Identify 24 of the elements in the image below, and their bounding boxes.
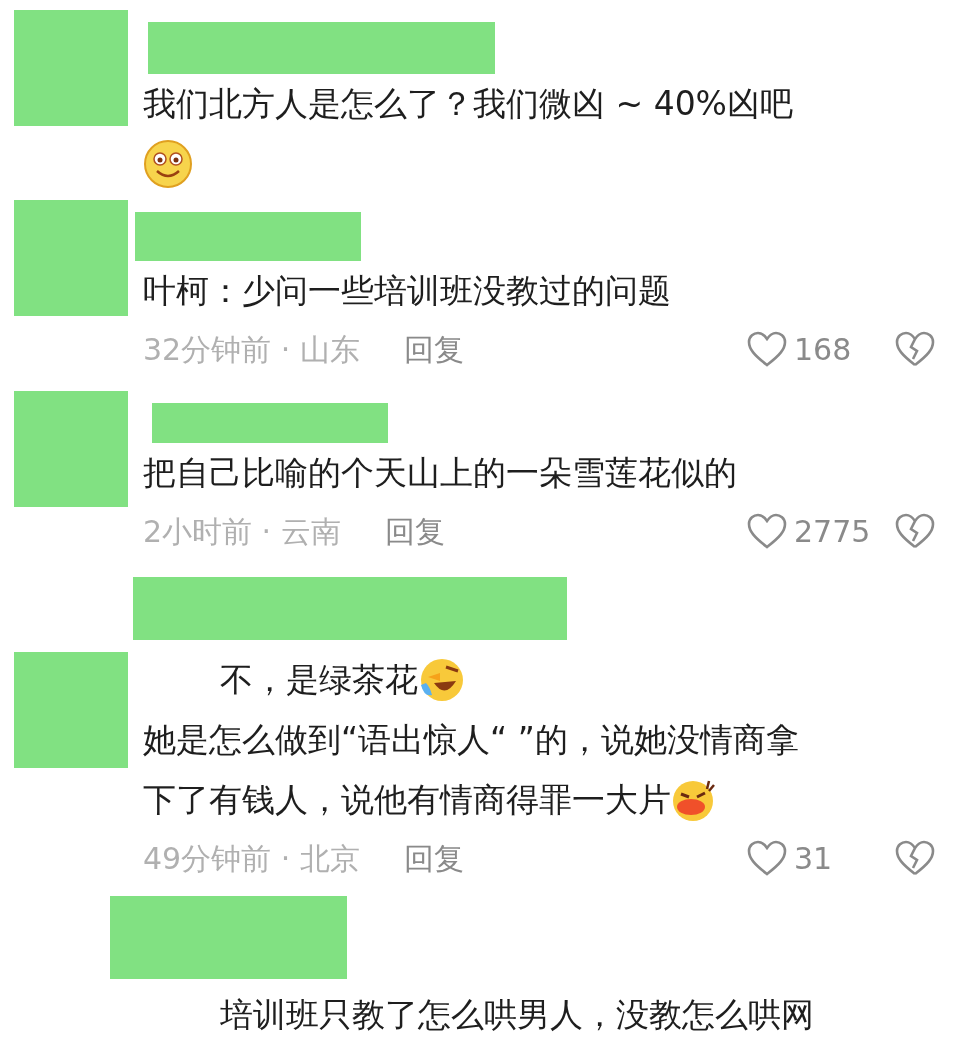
reply-button[interactable]: 回复 [384,508,445,554]
heart-icon[interactable] [746,512,788,550]
broken-heart-icon[interactable] [894,839,936,877]
time-location: 49分钟前 · 北京 [143,839,360,878]
heart-icon[interactable] [746,330,788,368]
laughing-emoji-icon [418,657,464,703]
comment-text: 下了有钱人，说他有情商得罪一大片 [143,779,671,822]
comment-text: 把自己比喻的个天山上的一朵雪莲花似的 [143,452,737,495]
like-count: 168 [794,330,853,369]
comment-text: 培训班只教了怎么哄男人，没教怎么哄网 [220,994,814,1037]
time-location: 2小时前 · 云南 [143,512,341,551]
broken-heart-icon[interactable] [894,330,936,368]
comment-text: 叶柯：少问一些培训班没教过的问题 [143,270,671,313]
smile-emoji-icon [143,139,193,189]
reply-button[interactable]: 回复 [403,326,464,372]
comment-text: 我们北方人是怎么了？我们微凶 ~ 40%凶吧 [143,83,793,126]
like-count: 2775 [794,512,872,551]
time-location: 32分钟前 · 山东 [143,330,360,369]
broken-heart-icon[interactable] [894,512,936,550]
like-count: 31 [794,839,834,878]
comment-text: 不，是绿茶花 [220,659,418,702]
reply-button[interactable]: 回复 [403,835,464,881]
heart-icon[interactable] [746,839,788,877]
comment-text: 她是怎么做到“语出惊人“ ”的，说她没情商拿 [143,719,799,762]
